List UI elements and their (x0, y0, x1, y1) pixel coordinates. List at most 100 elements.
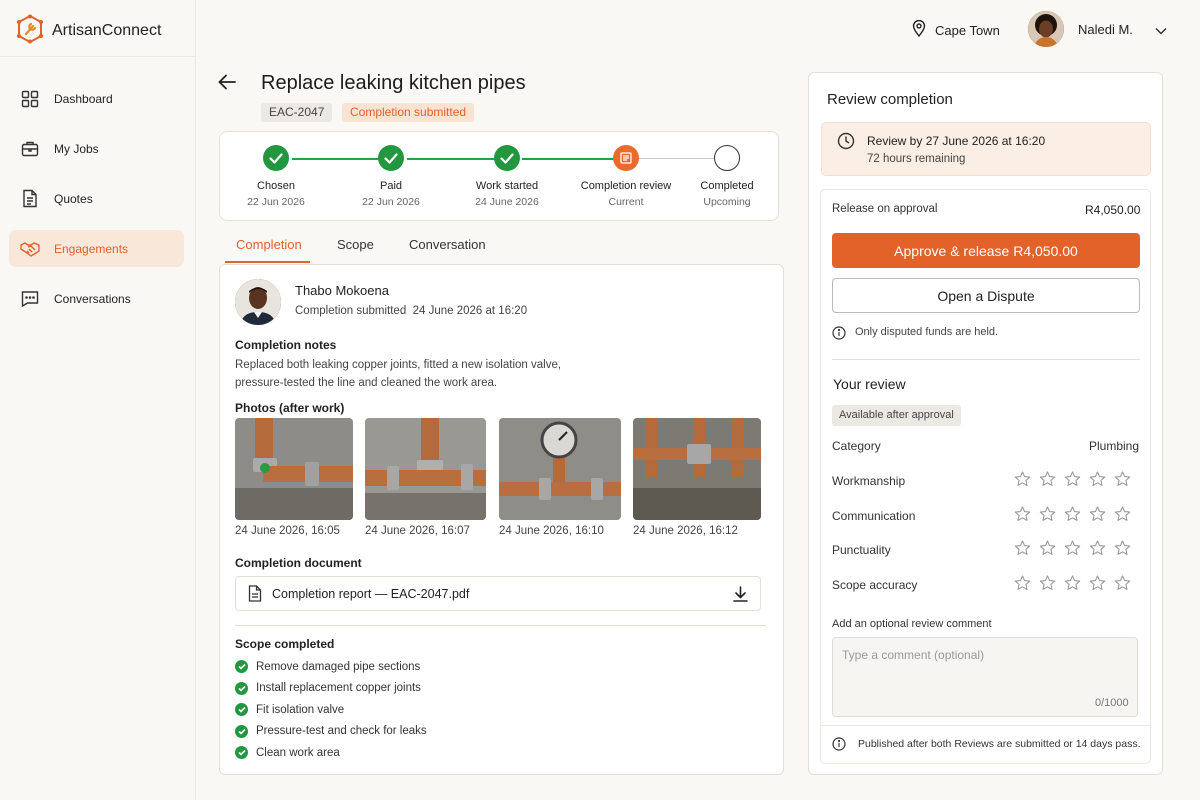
star-rating-communication[interactable] (1014, 506, 1131, 525)
user-name[interactable]: Naledi M. (1078, 22, 1133, 37)
rating-label: Communication (832, 509, 916, 523)
status-badge: Completion submitted (342, 103, 475, 122)
star-icon[interactable] (1039, 471, 1056, 490)
sidebar-divider (0, 56, 196, 57)
step-sublabel: 22 Jun 2026 (362, 196, 420, 208)
category-label: Category (832, 439, 881, 453)
divider (235, 625, 766, 626)
photo-thumbnail[interactable] (235, 418, 353, 520)
your-review-heading: Your review (833, 376, 906, 392)
photo-caption: 24 June 2026, 16:12 (633, 525, 738, 537)
star-rating-punctuality[interactable] (1014, 540, 1131, 559)
sidebar-item-label: Conversations (54, 291, 131, 306)
notes-line: Replaced both leaking copper joints, fit… (235, 359, 562, 371)
photos-heading: Photos (after work) (235, 401, 345, 415)
star-rating-scope-accuracy[interactable] (1014, 575, 1131, 594)
sidebar-item-label: My Jobs (54, 141, 99, 156)
check-circle-icon (235, 681, 248, 695)
star-icon[interactable] (1064, 540, 1081, 559)
photo-thumbnail[interactable] (365, 418, 486, 520)
sidebar-nav: Dashboard My Jobs Quotes Engagements Con… (9, 80, 184, 330)
artisan-name: Thabo Mokoena (295, 283, 389, 298)
info-icon (832, 326, 846, 343)
divider (821, 725, 1150, 726)
step-paid: Paid 22 Jun 2026 (336, 145, 446, 208)
star-icon[interactable] (1089, 506, 1106, 525)
dashboard-icon (20, 89, 40, 109)
step-completed: Completed Upcoming (672, 145, 782, 208)
sidebar-item-label: Engagements (54, 241, 129, 256)
star-rating-workmanship[interactable] (1014, 471, 1131, 490)
chat-icon (20, 289, 40, 309)
step-sublabel: 24 June 2026 (475, 196, 539, 208)
tab-scope[interactable]: Scope (337, 237, 374, 262)
notes-line: pressure-tested the line and cleaned the… (235, 377, 498, 389)
star-icon[interactable] (1014, 540, 1031, 559)
open-dispute-button[interactable]: Open a Dispute (832, 278, 1140, 313)
star-icon[interactable] (1039, 575, 1056, 594)
chevron-down-icon[interactable] (1155, 24, 1167, 38)
completion-document[interactable]: Completion report — EAC-2047.pdf (235, 576, 761, 611)
scope-item: Pressure-test and check for leaks (235, 721, 427, 743)
star-icon[interactable] (1114, 506, 1131, 525)
download-icon[interactable] (733, 585, 748, 602)
star-icon[interactable] (1014, 575, 1031, 594)
category-value: Plumbing (1089, 439, 1140, 453)
comment-counter: 0/1000 (1095, 697, 1129, 709)
check-circle-icon (235, 703, 248, 717)
publish-note: Published after both Reviews are submitt… (858, 738, 1141, 750)
review-comment-input[interactable] (832, 637, 1138, 717)
scope-item: Install replacement copper joints (235, 678, 427, 700)
star-icon[interactable] (1114, 540, 1131, 559)
sidebar-item-dashboard[interactable]: Dashboard (9, 80, 184, 117)
user-avatar[interactable] (1028, 11, 1064, 47)
step-work-started: Work started 24 June 2026 (452, 145, 562, 208)
location-selector[interactable]: Cape Town (912, 19, 1000, 40)
submitted-time: 24 June 2026 at 16:20 (412, 305, 528, 317)
star-icon[interactable] (1014, 471, 1031, 490)
scope-item: Fit isolation valve (235, 699, 427, 721)
star-icon[interactable] (1014, 506, 1031, 525)
photo-thumbnail[interactable] (499, 418, 621, 520)
scope-item: Clean work area (235, 742, 427, 764)
photo-caption: 24 June 2026, 16:10 (499, 525, 604, 537)
tab-conversation[interactable]: Conversation (409, 237, 486, 262)
location-pin-icon (912, 19, 926, 40)
sidebar-item-quotes[interactable]: Quotes (9, 180, 184, 217)
scope-heading: Scope completed (235, 637, 335, 651)
review-panel-title: Review completion (827, 91, 953, 108)
app-logo[interactable]: ArtisanConnect (16, 14, 161, 47)
scope-item-label: Install replacement copper joints (256, 682, 421, 695)
handshake-icon (20, 239, 40, 259)
scope-item-label: Pressure-test and check for leaks (256, 725, 427, 738)
photo-thumbnail[interactable] (633, 418, 761, 520)
availability-badge: Available after approval (832, 405, 961, 426)
approve-release-button[interactable]: Approve & release R4,050.00 (832, 233, 1140, 268)
file-icon (248, 585, 262, 602)
star-icon[interactable] (1064, 471, 1081, 490)
review-deadline-box (821, 122, 1151, 176)
star-icon[interactable] (1064, 506, 1081, 525)
step-chosen: Chosen 22 Jun 2026 (221, 145, 331, 208)
tab-completion[interactable]: Completion (236, 237, 302, 262)
logo-icon (16, 14, 44, 47)
star-icon[interactable] (1039, 506, 1056, 525)
star-icon[interactable] (1089, 540, 1106, 559)
step-label: Paid (379, 180, 403, 192)
sidebar-item-my-jobs[interactable]: My Jobs (9, 130, 184, 167)
back-arrow-icon[interactable] (218, 74, 236, 93)
step-completion-review: Completion review Current (571, 145, 681, 208)
star-icon[interactable] (1039, 540, 1056, 559)
star-icon[interactable] (1089, 575, 1106, 594)
star-icon[interactable] (1114, 471, 1131, 490)
document-name: Completion report — EAC-2047.pdf (272, 586, 470, 601)
step-label: Completion review (580, 180, 672, 192)
sidebar-item-engagements[interactable]: Engagements (9, 230, 184, 267)
review-deadline: Review by 27 June 2026 at 16:20 (867, 134, 1046, 148)
star-icon[interactable] (1089, 471, 1106, 490)
document-heading: Completion document (235, 556, 362, 570)
sidebar-item-label: Dashboard (54, 91, 113, 106)
star-icon[interactable] (1064, 575, 1081, 594)
star-icon[interactable] (1114, 575, 1131, 594)
sidebar-item-conversations[interactable]: Conversations (9, 280, 184, 317)
